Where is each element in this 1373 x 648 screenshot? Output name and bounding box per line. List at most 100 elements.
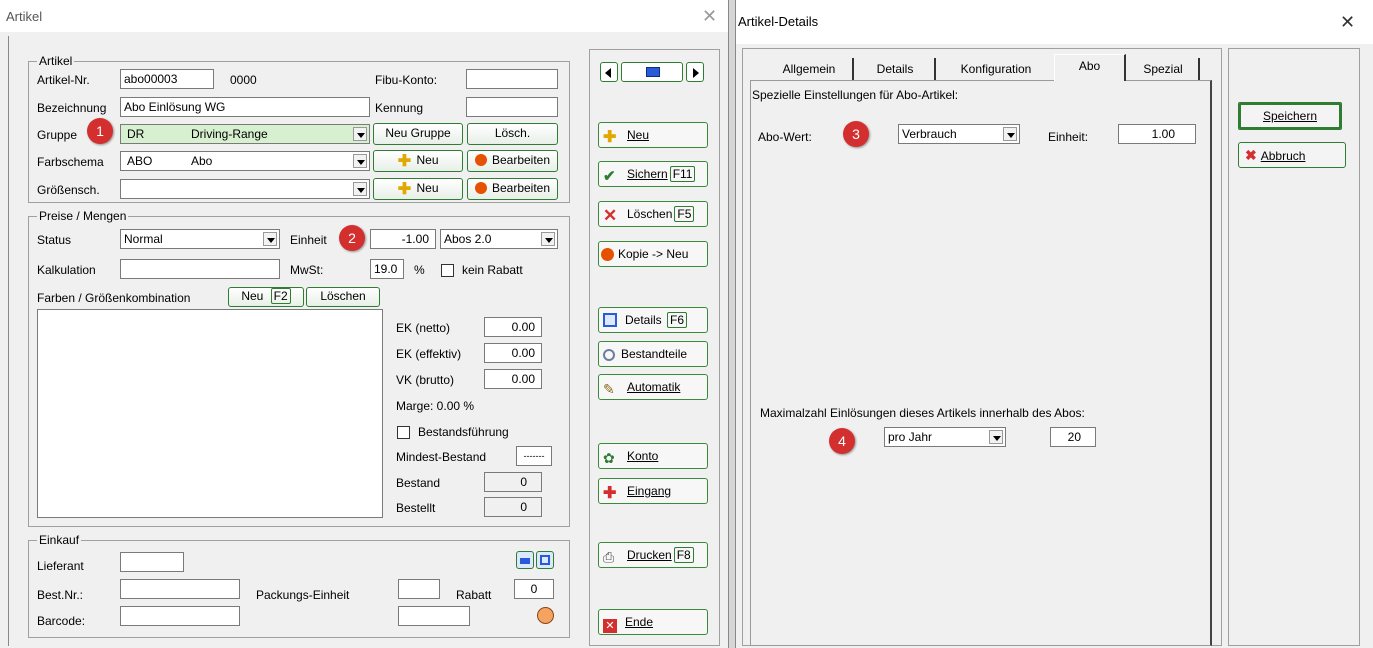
farbschema-label: Farbschema [37, 155, 104, 169]
chevron-down-icon[interactable] [353, 127, 367, 141]
farbschema-neu-button[interactable]: ✚ Neu [373, 150, 463, 172]
details-titlebar: Artikel-Details ✕ [736, 0, 1373, 44]
loeschen-button[interactable]: ✕ Löschen F5 [598, 201, 708, 227]
bestandsfuehrung-checkbox[interactable] [397, 426, 410, 439]
sichern-label: Sichern [627, 167, 668, 181]
chevron-down-icon[interactable] [353, 182, 367, 196]
max-einloesungen-label: Maximalzahl Einlösungen dieses Artikels … [760, 406, 1085, 420]
loeschen-key: F5 [674, 206, 695, 222]
ende-button[interactable]: ✕ Ende [598, 609, 708, 635]
kein-rabatt-checkbox[interactable] [441, 264, 454, 277]
kalkulation-field[interactable] [120, 259, 280, 279]
kennung-label: Kennung [375, 101, 424, 115]
badge-1: 1 [87, 118, 113, 144]
left-border [8, 36, 9, 646]
kennung-field[interactable] [466, 97, 558, 117]
speichern-label: Speichern [1262, 109, 1318, 123]
mwst-field[interactable]: 19.0 [370, 259, 404, 279]
vk-brutto-field[interactable]: 0.00 [484, 369, 542, 389]
lieferant-field[interactable] [120, 552, 184, 572]
tab-abo[interactable]: Abo [1054, 54, 1126, 81]
neu-gruppe-button[interactable]: Neu Gruppe [373, 123, 463, 145]
groessensch-bearbeiten-button[interactable]: Bearbeiten [467, 178, 558, 200]
artikel-nr-field[interactable]: abo00003 [120, 69, 214, 89]
barcode-extra-field[interactable] [398, 606, 470, 626]
tab-content [750, 80, 1212, 646]
ende-label: Ende [625, 615, 654, 629]
account-icon: ✿ [603, 450, 615, 466]
mindest-bestand-field[interactable]: ------- [516, 446, 552, 466]
konto-button[interactable]: ✿ Konto [598, 443, 708, 469]
kopie-neu-button[interactable]: Kopie -> Neu [598, 241, 708, 267]
plus-icon: ✚ [397, 181, 412, 198]
einheit-unit-select[interactable]: Abos 2.0 [440, 229, 558, 249]
chevron-down-icon[interactable] [541, 232, 555, 246]
vk-brutto-label: VK (brutto) [396, 373, 455, 387]
groessensch-select[interactable] [120, 179, 370, 199]
tab-details[interactable]: Details [856, 58, 936, 80]
abbruch-button[interactable]: ✖ Abbruch [1238, 142, 1346, 168]
close-icon[interactable]: ✕ [1340, 12, 1355, 33]
status-select[interactable]: Normal [120, 229, 280, 249]
max-value-field[interactable]: 20 [1050, 427, 1096, 447]
incoming-icon: ✚ [603, 485, 617, 502]
tab-konfiguration[interactable]: Konfiguration [938, 58, 1054, 80]
tab-spezial[interactable]: Spezial [1128, 58, 1200, 80]
drucken-button[interactable]: ⎙ Drucken F8 [598, 542, 708, 568]
best-nr-field[interactable] [120, 579, 240, 599]
nav-list-button[interactable] [621, 62, 683, 82]
groessensch-neu-button[interactable]: ✚ Neu [373, 178, 463, 200]
close-icon[interactable]: ✕ [702, 6, 717, 27]
einheit-label: Einheit [290, 233, 327, 247]
kopie-label: Kopie -> Neu [618, 247, 689, 261]
einheit-value-field[interactable]: -1.00 [370, 229, 436, 249]
chevron-down-icon[interactable] [1003, 127, 1017, 141]
max-period-select[interactable]: pro Jahr [884, 427, 1006, 447]
farbschema-code: ABO [127, 154, 153, 168]
print-icon[interactable] [516, 551, 534, 569]
bestandteile-button[interactable]: Bestandteile [598, 341, 708, 367]
farben-loeschen-button[interactable]: Löschen [306, 287, 380, 307]
ek-netto-field[interactable]: 0.00 [484, 317, 542, 337]
farbschema-select[interactable]: ABO Abo [120, 151, 370, 171]
einheit-field[interactable]: 1.00 [1118, 124, 1196, 144]
speichern-button[interactable]: Speichern [1238, 102, 1342, 130]
farben-list[interactable] [37, 309, 383, 518]
chevron-down-icon[interactable] [263, 232, 277, 246]
barcode-field[interactable] [120, 606, 240, 626]
gruppe-select[interactable]: DR Driving-Range [120, 124, 370, 144]
chevron-down-icon[interactable] [353, 154, 367, 168]
check-icon: ✔ [603, 168, 616, 185]
einheit-unit-value: Abos 2.0 [444, 232, 492, 246]
abo-wert-select[interactable]: Verbrauch [898, 124, 1020, 144]
settings-icon[interactable] [537, 607, 554, 624]
marge-label: Marge: 0.00 % [396, 399, 475, 413]
sichern-button[interactable]: ✔ Sichern F11 [598, 161, 708, 187]
farben-neu-button[interactable]: Neu F2 [228, 287, 304, 307]
automatik-button[interactable]: ✎ Automatik [598, 374, 708, 400]
search-icon[interactable] [536, 551, 554, 569]
farbschema-bearbeiten-button[interactable]: Bearbeiten [467, 150, 558, 172]
loesch-button[interactable]: Lösch. [467, 123, 558, 145]
wand-icon: ✎ [603, 381, 615, 397]
nav-next-button[interactable] [686, 62, 704, 82]
rabatt-field[interactable]: 0 [514, 579, 554, 599]
status-value: Normal [124, 232, 163, 246]
einkauf-group-label: Einkauf [37, 533, 82, 547]
tab-allgemein[interactable]: Allgemein [766, 58, 854, 80]
konto-label: Konto [627, 449, 659, 463]
packungs-einheit-field[interactable] [398, 579, 440, 599]
bezeichnung-field[interactable]: Abo Einlösung WG [120, 97, 370, 117]
packungs-einheit-label: Packungs-Einheit [256, 588, 350, 602]
eingang-button[interactable]: ✚ Eingang [598, 478, 708, 504]
neu-button[interactable]: ✚ Neu [598, 122, 708, 148]
nav-prev-button[interactable] [600, 62, 618, 82]
ek-effektiv-field[interactable]: 0.00 [484, 343, 542, 363]
chevron-down-icon[interactable] [989, 430, 1003, 444]
action-panel [1228, 48, 1360, 646]
fibu-konto-field[interactable] [466, 69, 558, 89]
details-button[interactable]: Details F6 [598, 307, 708, 333]
groessensch-label: Größensch. [37, 183, 100, 197]
eingang-label: Eingang [627, 484, 672, 498]
artikel-titlebar: Artikel ✕ [0, 0, 728, 32]
